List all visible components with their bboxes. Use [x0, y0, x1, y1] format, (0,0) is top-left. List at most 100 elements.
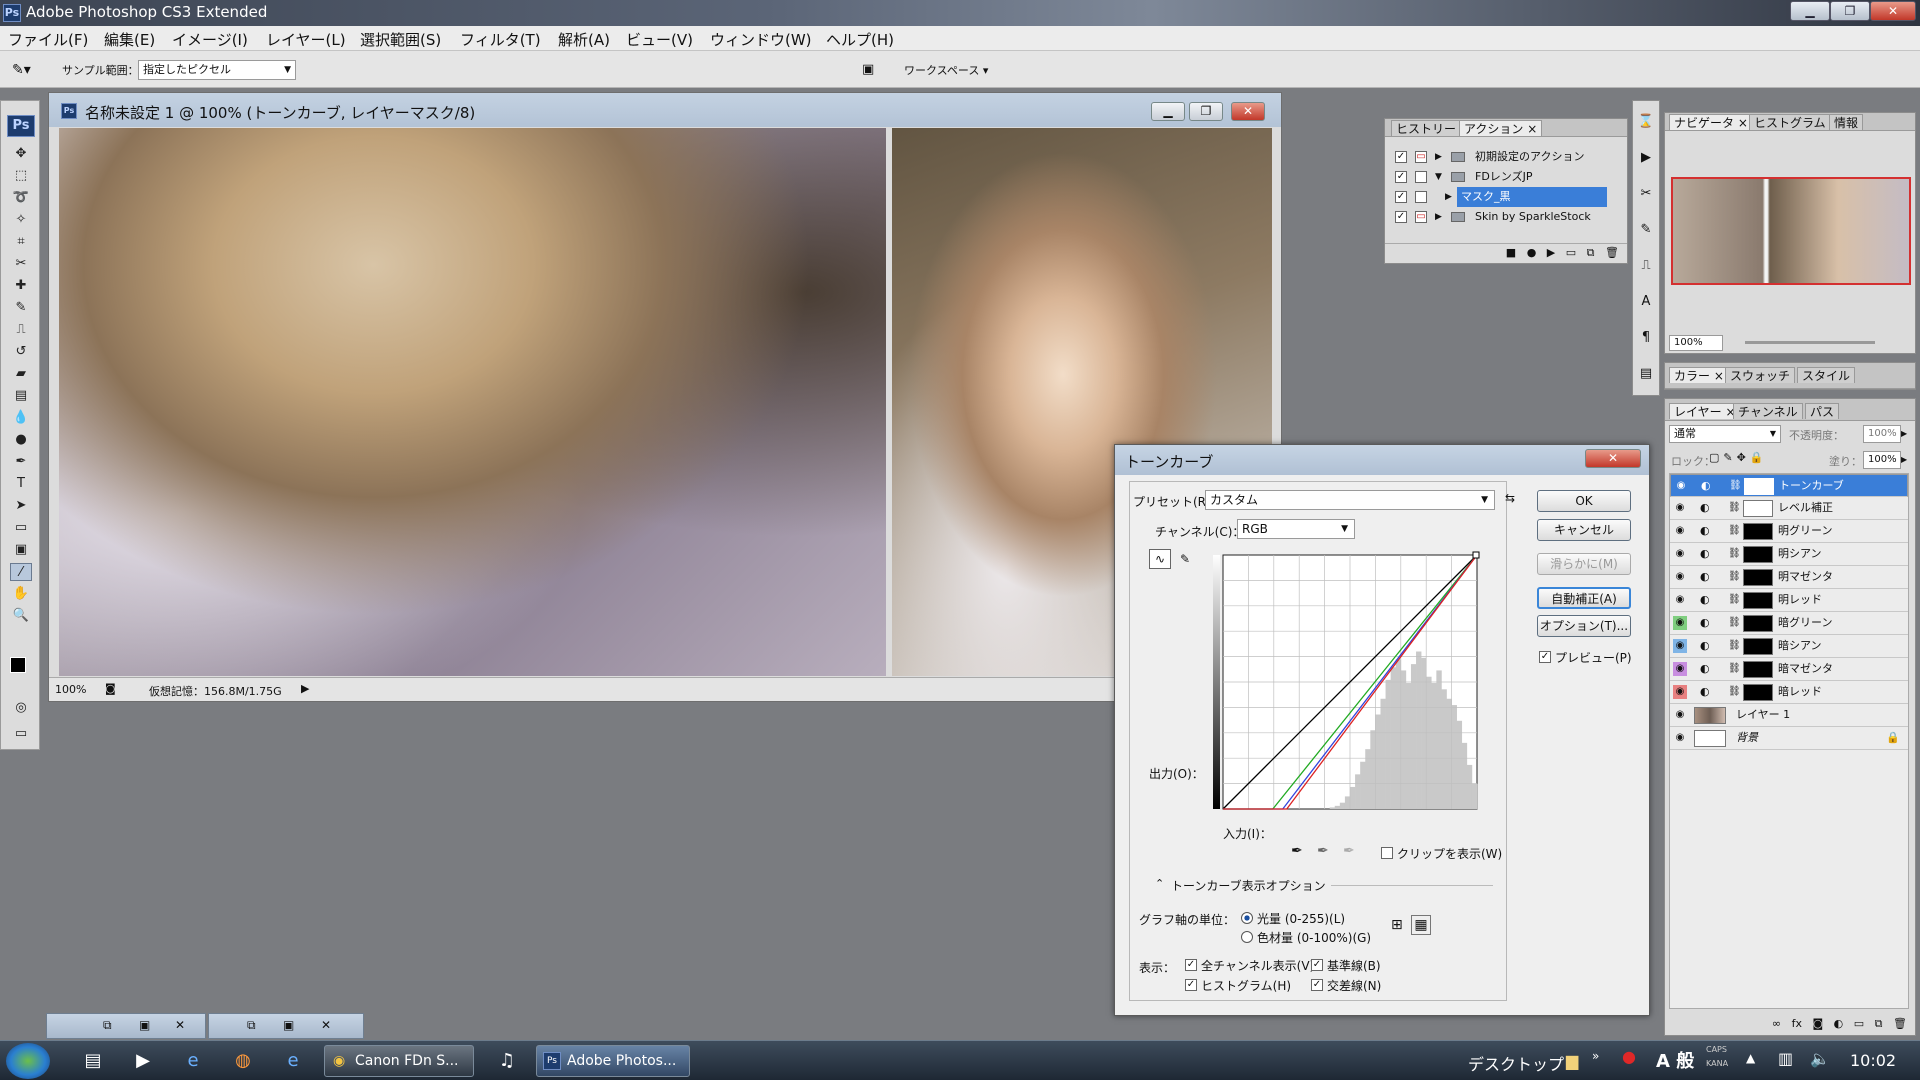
expand-options-icon[interactable]: ⌃: [1155, 877, 1164, 890]
layer-row[interactable]: ◉ ◐ ⛓ 明レッド: [1670, 589, 1908, 612]
collapsed-arrow-icon[interactable]: ▶: [1435, 147, 1442, 167]
curves-graph[interactable]: [1213, 547, 1495, 817]
status-info-icon[interactable]: ◙: [105, 682, 116, 695]
collapsed-arrow-icon[interactable]: ▶: [1445, 187, 1452, 207]
notes-tool-icon[interactable]: ▣: [10, 541, 32, 559]
minimize-button[interactable]: ▁: [1790, 1, 1830, 21]
layer-thumbnail[interactable]: [1694, 730, 1726, 747]
navigator-zoom[interactable]: 100%: [1669, 335, 1723, 351]
type-tool-icon[interactable]: T: [10, 475, 32, 493]
layer-row[interactable]: ◉ ◐ ⛓ 暗マゼンタ: [1670, 658, 1908, 681]
character-panel-icon[interactable]: A: [1637, 293, 1655, 311]
trash-icon[interactable]: 🗑: [1893, 1017, 1907, 1030]
paragraph-panel-icon[interactable]: ¶: [1637, 329, 1655, 347]
pencil-tool-icon[interactable]: ✎: [1175, 549, 1195, 569]
fill-arrow-icon[interactable]: ▶: [1901, 451, 1913, 469]
itunes-icon[interactable]: ♫: [490, 1046, 524, 1076]
zoom-level[interactable]: 100%: [55, 683, 86, 696]
eye-icon[interactable]: ◉: [1673, 708, 1687, 722]
tab-actions[interactable]: アクション ×: [1459, 120, 1543, 136]
dodge-tool-icon[interactable]: ●: [10, 431, 32, 449]
dialog-toggle-checkbox[interactable]: [1415, 191, 1427, 203]
workspace-menu[interactable]: ワークスペース ▾: [904, 62, 988, 78]
fx-icon[interactable]: fx: [1792, 1017, 1802, 1030]
task-chrome[interactable]: ◉ Canon FDn S...: [324, 1045, 474, 1077]
menu-item-4[interactable]: 選択範囲(S): [360, 29, 441, 50]
minimized-document-2[interactable]: ⧉ ▣ ✕: [208, 1013, 364, 1039]
eraser-tool-icon[interactable]: ▰: [10, 365, 32, 383]
tab-styles[interactable]: スタイル: [1797, 367, 1856, 383]
eye-icon[interactable]: ◉: [1673, 662, 1687, 676]
radio-pigment[interactable]: [1241, 931, 1253, 943]
volume-icon[interactable]: 🔈: [1810, 1049, 1830, 1068]
close-button[interactable]: ✕: [1870, 1, 1916, 21]
preview-checkbox[interactable]: ✓: [1539, 651, 1551, 663]
tray-expand-icon[interactable]: »: [1592, 1049, 1599, 1063]
curve-point-tool-icon[interactable]: ∿: [1149, 549, 1171, 569]
task-photoshop[interactable]: Ps Adobe Photos...: [536, 1045, 690, 1077]
dialog-title-bar[interactable]: トーンカーブ ✕: [1115, 445, 1649, 475]
brushes-panel-icon[interactable]: ✎: [1637, 221, 1655, 239]
dialog-toggle-checkbox[interactable]: [1415, 171, 1427, 183]
screen-mode-icon[interactable]: ▭: [10, 725, 32, 743]
lock-icons[interactable]: ▢✎✥🔒: [1709, 451, 1768, 464]
layer-thumbnail[interactable]: [1743, 615, 1773, 632]
desktop-folder-icon[interactable]: ▆: [1566, 1051, 1578, 1070]
tab-navigator[interactable]: ナビゲータ ×: [1669, 114, 1753, 130]
channel-select[interactable]: RGB ▼: [1237, 519, 1355, 539]
layer-thumbnail[interactable]: [1743, 569, 1773, 586]
layer-thumbnail[interactable]: [1744, 478, 1774, 495]
tray-arrow-icon[interactable]: ▲: [1746, 1051, 1755, 1065]
menu-item-7[interactable]: ビュー(V): [626, 29, 693, 50]
gray-eyedropper-icon[interactable]: ✒: [1317, 843, 1329, 859]
preset-select[interactable]: カスタム ▼: [1205, 490, 1495, 510]
eye-icon[interactable]: ◉: [1673, 570, 1687, 584]
tab-info[interactable]: 情報: [1829, 114, 1864, 130]
preset-options-icon[interactable]: ⇆: [1505, 491, 1515, 505]
close-icon[interactable]: ✕: [321, 1018, 331, 1032]
tab-channels[interactable]: チャンネル: [1733, 403, 1803, 419]
restore-icon[interactable]: ⧉: [103, 1018, 112, 1033]
document-title-bar[interactable]: Ps 名称未設定 1 @ 100% (トーンカーブ, レイヤーマスク/8) ▁ …: [49, 93, 1281, 127]
blend-mode-select[interactable]: 通常 ▼: [1669, 425, 1781, 443]
adjustment-icon[interactable]: ◐: [1834, 1017, 1844, 1030]
trash-icon[interactable]: 🗑: [1605, 246, 1619, 259]
layer-thumbnail[interactable]: [1694, 707, 1726, 724]
firefox-icon[interactable]: ◍: [226, 1046, 260, 1076]
doc-close-button[interactable]: ✕: [1231, 102, 1265, 121]
opacity-arrow-icon[interactable]: ▶: [1901, 425, 1913, 443]
black-eyedropper-icon[interactable]: ✒: [1291, 843, 1303, 859]
layer-thumbnail[interactable]: [1743, 592, 1773, 609]
layer-row[interactable]: ◉ ◐ ⛓ 暗シアン: [1670, 635, 1908, 658]
expanded-arrow-icon[interactable]: ▼: [1435, 167, 1442, 187]
mask-link-icon[interactable]: ⛓: [1728, 635, 1741, 657]
healing-brush-icon[interactable]: ✚: [10, 277, 32, 295]
actions-panel-icon[interactable]: ▶: [1637, 149, 1655, 167]
stop-icon[interactable]: ■: [1506, 246, 1516, 259]
eye-icon[interactable]: ◉: [1673, 547, 1687, 561]
media-player-icon[interactable]: ▶: [126, 1046, 160, 1076]
foreground-color-swatch[interactable]: [10, 657, 26, 673]
collapsed-arrow-icon[interactable]: ▶: [1435, 207, 1442, 227]
dialog-close-button[interactable]: ✕: [1585, 449, 1641, 468]
layer-thumbnail[interactable]: [1743, 546, 1773, 563]
record-indicator-icon[interactable]: ●: [1622, 1047, 1636, 1066]
mask-link-icon[interactable]: ⛓: [1729, 475, 1742, 497]
group-icon[interactable]: ▭: [1854, 1017, 1864, 1030]
eye-icon[interactable]: ◉: [1673, 524, 1687, 538]
pen-tool-icon[interactable]: ✒: [10, 453, 32, 471]
eye-icon[interactable]: ◉: [1673, 501, 1687, 515]
navigator-thumbnail[interactable]: [1671, 177, 1911, 285]
options-button[interactable]: オプション(T)...: [1537, 615, 1631, 637]
new-action-icon[interactable]: ⧉: [1587, 246, 1595, 259]
tab-paths[interactable]: パス: [1805, 403, 1840, 419]
menu-item-6[interactable]: 解析(A): [558, 29, 610, 50]
hand-tool-icon[interactable]: ✋: [10, 585, 32, 603]
crop-tool-icon[interactable]: ⌗: [10, 233, 32, 251]
minimized-document-1[interactable]: ⧉ ▣ ✕: [46, 1013, 206, 1039]
sample-select[interactable]: 指定したピクセル ▼: [138, 60, 296, 80]
maximize-icon[interactable]: ▣: [283, 1018, 294, 1032]
blur-tool-icon[interactable]: 💧: [10, 409, 32, 427]
tab-histogram[interactable]: ヒストグラム: [1749, 114, 1831, 130]
layer-thumbnail[interactable]: [1743, 500, 1773, 517]
